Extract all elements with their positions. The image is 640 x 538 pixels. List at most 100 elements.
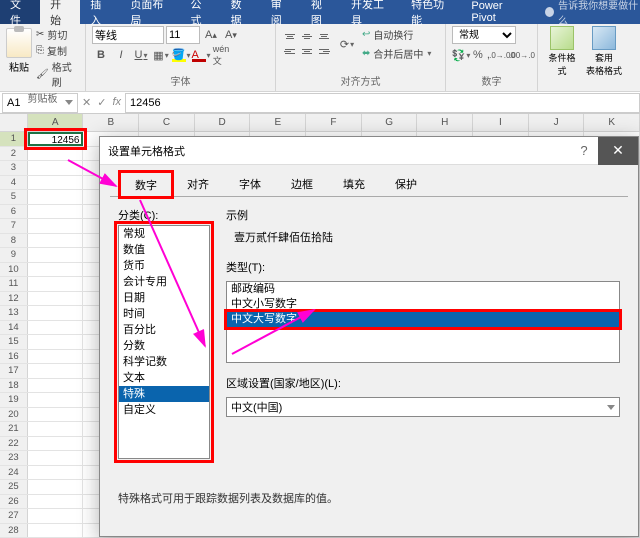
row-header[interactable]: 6	[0, 205, 28, 219]
cell[interactable]	[28, 422, 84, 436]
row-header[interactable]: 1	[0, 132, 28, 146]
cell[interactable]	[28, 219, 84, 233]
increase-font-button[interactable]: A▴	[202, 26, 220, 44]
col-header[interactable]: B	[83, 114, 139, 131]
type-item[interactable]: 邮政编码	[227, 282, 619, 297]
close-button[interactable]: ✕	[598, 137, 638, 165]
help-button[interactable]: ?	[570, 143, 598, 158]
bold-button[interactable]: B	[92, 46, 110, 64]
tab-special[interactable]: 特色功能	[401, 0, 461, 24]
tab-data[interactable]: 数据	[221, 0, 261, 24]
cut-button[interactable]: ✂剪切	[36, 27, 79, 42]
row-header[interactable]: 23	[0, 451, 28, 465]
select-all-corner[interactable]	[0, 114, 28, 131]
row-header[interactable]: 16	[0, 350, 28, 364]
tab-dev[interactable]: 开发工具	[341, 0, 401, 24]
row-header[interactable]: 21	[0, 422, 28, 436]
row-header[interactable]: 27	[0, 509, 28, 523]
tab-powerpivot[interactable]: Power Pivot	[461, 0, 535, 24]
category-item[interactable]: 货币	[119, 258, 209, 274]
align-middle-button[interactable]	[299, 30, 315, 44]
dlg-tab-align[interactable]: 对齐	[172, 171, 224, 196]
cell[interactable]	[28, 451, 84, 465]
cell[interactable]	[28, 292, 84, 306]
locale-select[interactable]: 中文(中国)	[226, 397, 620, 417]
align-bottom-button[interactable]	[316, 30, 332, 44]
font-size-select[interactable]	[166, 26, 200, 44]
dlg-tab-fill[interactable]: 填充	[328, 171, 380, 196]
row-header[interactable]: 28	[0, 524, 28, 538]
row-header[interactable]: 11	[0, 277, 28, 291]
category-item[interactable]: 数值	[119, 242, 209, 258]
row-header[interactable]: 2	[0, 147, 28, 161]
cell[interactable]	[28, 466, 84, 480]
category-item[interactable]: 文本	[119, 370, 209, 386]
font-color-button[interactable]: A▾	[192, 46, 210, 64]
align-right-button[interactable]	[316, 45, 332, 59]
category-item[interactable]: 自定义	[119, 402, 209, 418]
fx-button[interactable]: fx	[112, 96, 121, 109]
cell[interactable]	[28, 393, 84, 407]
cell[interactable]	[28, 321, 84, 335]
border-button[interactable]: ▦▾	[152, 46, 170, 64]
cell[interactable]	[28, 437, 84, 451]
cell[interactable]	[28, 234, 84, 248]
cell[interactable]	[28, 306, 84, 320]
category-item[interactable]: 常规	[119, 226, 209, 242]
col-header[interactable]: F	[306, 114, 362, 131]
tab-formulas[interactable]: 公式	[181, 0, 221, 24]
font-name-select[interactable]	[92, 26, 164, 44]
category-item[interactable]: 百分比	[119, 322, 209, 338]
cell[interactable]	[28, 161, 84, 175]
cell[interactable]	[28, 350, 84, 364]
cell[interactable]	[28, 335, 84, 349]
row-header[interactable]: 22	[0, 437, 28, 451]
dlg-tab-protect[interactable]: 保护	[380, 171, 432, 196]
category-item[interactable]: 时间	[119, 306, 209, 322]
row-header[interactable]: 15	[0, 335, 28, 349]
cell[interactable]	[28, 277, 84, 291]
row-header[interactable]: 26	[0, 495, 28, 509]
cell[interactable]	[28, 190, 84, 204]
row-header[interactable]: 9	[0, 248, 28, 262]
wrap-text-button[interactable]: ↩自动换行	[362, 27, 431, 42]
row-header[interactable]: 12	[0, 292, 28, 306]
row-header[interactable]: 13	[0, 306, 28, 320]
fill-color-button[interactable]: 🪣▾	[172, 46, 190, 64]
row-header[interactable]: 7	[0, 219, 28, 233]
number-format-select[interactable]: 常规	[452, 26, 516, 44]
cancel-formula-button[interactable]: ✕	[82, 96, 91, 109]
category-item[interactable]: 分数	[119, 338, 209, 354]
cell[interactable]	[28, 480, 84, 494]
align-left-button[interactable]	[282, 45, 298, 59]
type-item[interactable]: 中文小写数字	[227, 297, 619, 312]
cell[interactable]	[28, 495, 84, 509]
row-header[interactable]: 18	[0, 379, 28, 393]
tab-review[interactable]: 审阅	[261, 0, 301, 24]
row-header[interactable]: 25	[0, 480, 28, 494]
dialog-titlebar[interactable]: 设置单元格格式 ? ✕	[100, 137, 638, 165]
type-list[interactable]: 邮政编码中文小写数字中文大写数字	[226, 281, 620, 363]
cell[interactable]	[28, 205, 84, 219]
col-header[interactable]: K	[584, 114, 640, 131]
conditional-format-button[interactable]: 条件格式	[544, 26, 580, 77]
orientation-button[interactable]: ⟳▾	[338, 35, 356, 53]
row-header[interactable]: 3	[0, 161, 28, 175]
align-center-button[interactable]	[299, 45, 315, 59]
dlg-tab-border[interactable]: 边框	[276, 171, 328, 196]
cell[interactable]	[28, 408, 84, 422]
col-header[interactable]: D	[195, 114, 251, 131]
paste-button[interactable]: 粘贴	[6, 26, 32, 90]
cell[interactable]	[28, 248, 84, 262]
merge-center-button[interactable]: ⬌合并后居中▾	[362, 46, 431, 61]
tell-me[interactable]: 告诉我你想要做什么	[545, 0, 640, 27]
row-header[interactable]: 24	[0, 466, 28, 480]
col-header[interactable]: I	[473, 114, 529, 131]
row-header[interactable]: 17	[0, 364, 28, 378]
col-header[interactable]: A	[28, 114, 84, 131]
category-list[interactable]: 常规数值货币会计专用日期时间百分比分数科学记数文本特殊自定义	[118, 225, 210, 459]
decrease-font-button[interactable]: A▾	[222, 26, 240, 44]
copy-button[interactable]: ⎘复制	[36, 43, 79, 58]
cell[interactable]	[28, 509, 84, 523]
phonetic-button[interactable]: wén文	[212, 46, 230, 64]
